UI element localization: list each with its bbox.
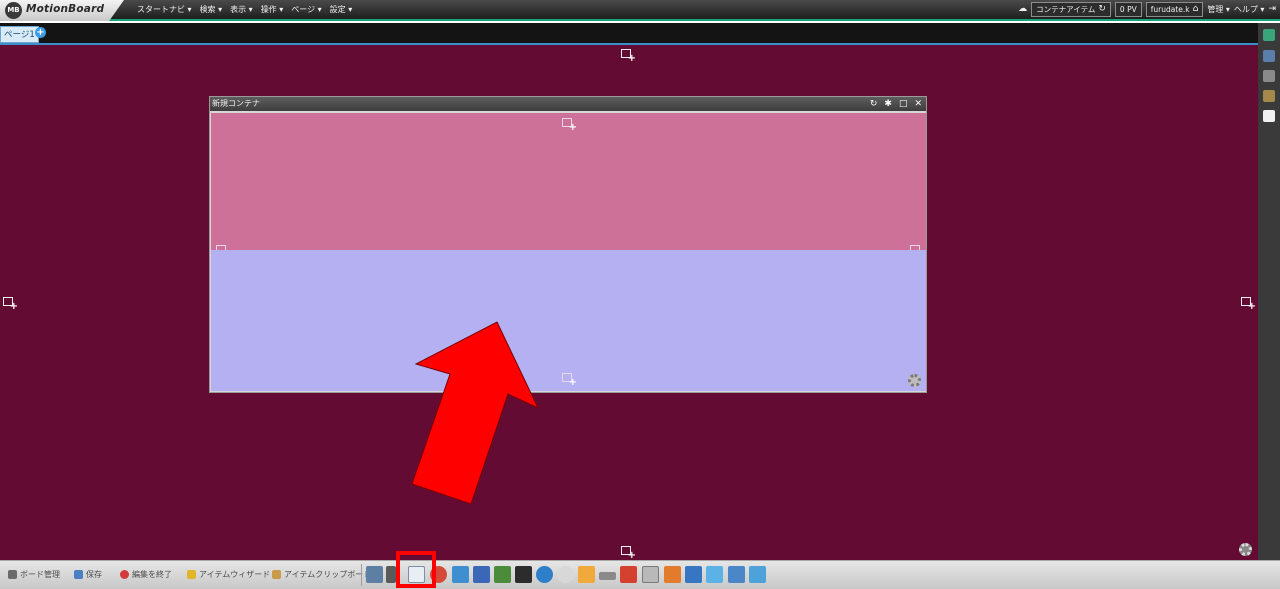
save-label: 保存 [86, 570, 102, 579]
logo-text: MotionBoard [26, 3, 105, 15]
menu-view[interactable]: 表示 ▾ [230, 4, 253, 15]
container-header[interactable]: 新規コンテナ ↻ ✱ □ ✕ [210, 97, 926, 111]
notification-icon[interactable]: ☁ [1018, 5, 1027, 14]
add-item-right-icon[interactable]: + [1240, 296, 1256, 312]
board-manage-icon [8, 570, 17, 579]
logout-icon[interactable]: ⇥ [1268, 5, 1276, 14]
calendar-item-icon[interactable] [664, 566, 681, 583]
tab-page1[interactable]: ページ1 [0, 26, 39, 43]
end-edit-button[interactable]: 編集を終了 [120, 569, 172, 580]
save-button[interactable]: 保存 [74, 569, 102, 580]
pen-icon[interactable] [1263, 29, 1275, 41]
user-label: furudate.k [1150, 5, 1190, 14]
info-item-icon[interactable] [685, 566, 702, 583]
container-controls: ↻ ✱ □ ✕ [870, 97, 922, 111]
menu-search[interactable]: 検索 ▾ [200, 4, 223, 15]
home-icon: ⌂ [1192, 4, 1199, 14]
board-settings-gear-icon[interactable] [1239, 543, 1252, 556]
scatter-item-icon[interactable] [473, 566, 490, 583]
annotation-arrow-shape [411, 321, 540, 505]
folder-item-icon[interactable] [578, 566, 595, 583]
pane-settings-gear-icon[interactable] [908, 374, 921, 387]
new-container-window[interactable]: 新規コンテナ ↻ ✱ □ ✕ + + + + [209, 96, 927, 393]
menu-admin[interactable]: 管理 ▾ [1207, 4, 1230, 15]
bottom-toolbar: ボード管理 保存 編集を終了 アイテムウィザード アイテムクリップボード [0, 560, 1280, 589]
pv-counter: 0 PV [1114, 2, 1142, 17]
menu-page[interactable]: ページ ▾ [291, 4, 321, 15]
container-settings-icon[interactable]: ✱ [884, 97, 892, 111]
layout-item-icon[interactable] [366, 566, 383, 583]
board-manage-button[interactable]: ボード管理 [8, 569, 60, 580]
logo: MB MotionBoard [0, 0, 124, 21]
button-item-icon[interactable] [599, 572, 616, 580]
plugin-item-icon[interactable] [749, 566, 766, 583]
comment-item-icon[interactable] [557, 566, 574, 583]
image-item-icon[interactable] [452, 566, 469, 583]
end-edit-label: 編集を終了 [132, 570, 172, 579]
container-refresh-icon[interactable]: ↻ [870, 97, 878, 111]
clipboard-icon [272, 570, 281, 579]
text-item-icon[interactable] [515, 566, 532, 583]
column-item-icon[interactable] [386, 566, 396, 583]
toolbar-separator [361, 564, 362, 586]
add-item-top-icon[interactable]: + [620, 48, 636, 64]
menu-settings[interactable]: 設定 ▾ [330, 4, 353, 15]
add-item-bottom-icon[interactable]: + [620, 545, 636, 561]
form-item-icon[interactable] [642, 566, 659, 583]
end-edit-icon [120, 570, 129, 579]
container-pane-top[interactable]: + + + [211, 113, 926, 260]
web-item-icon[interactable] [536, 566, 553, 583]
menu-help[interactable]: ヘルプ ▾ [1234, 4, 1265, 15]
container-close-icon[interactable]: ✕ [914, 97, 922, 111]
item-clipboard-label: アイテムクリップボード [284, 570, 372, 579]
pane-add-top-icon[interactable]: + [561, 117, 577, 133]
item-clipboard-button[interactable]: アイテムクリップボード [272, 569, 371, 580]
container-item-button[interactable]: コンテナアイテム ↻ [1031, 2, 1111, 17]
menu-operation[interactable]: 操作 ▾ [261, 4, 284, 15]
page-tab-bar: ページ1 + [0, 23, 1258, 43]
table-item-highlight [396, 551, 436, 588]
menu-start-navi[interactable]: スタートナビ ▾ [137, 4, 192, 15]
user-button[interactable]: furudate.k ⌂ [1145, 2, 1204, 17]
item-wizard-button[interactable]: アイテムウィザード [187, 569, 270, 580]
pane-add-bottom-icon[interactable]: + [561, 372, 577, 388]
container-pane-bottom[interactable]: + [211, 250, 926, 391]
annotation-arrow [411, 321, 540, 505]
container-maximize-icon[interactable]: □ [899, 97, 908, 111]
top-bar: MB MotionBoard スタートナビ ▾ 検索 ▾ 表示 ▾ 操作 ▾ ペ… [0, 0, 1280, 21]
spellcheck-item-icon[interactable] [728, 566, 745, 583]
right-side-panel [1258, 23, 1280, 560]
board-manage-label: ボード管理 [20, 570, 60, 579]
add-item-left-icon[interactable]: + [2, 296, 18, 312]
shape-item-icon[interactable] [620, 566, 637, 583]
add-page-icon[interactable]: + [35, 27, 46, 38]
database-icon[interactable] [1263, 70, 1275, 82]
wizard-icon [187, 570, 196, 579]
motionboard-app: MB MotionBoard スタートナビ ▾ 検索 ▾ 表示 ▾ 操作 ▾ ペ… [0, 0, 1280, 589]
logo-badge: MB [5, 2, 22, 19]
header-right-tools: ☁ コンテナアイテム ↻ 0 PV furudate.k ⌂ 管理 ▾ ヘルプ … [1018, 2, 1276, 17]
main-menu: スタートナビ ▾ 検索 ▾ 表示 ▾ 操作 ▾ ページ ▾ 設定 ▾ [137, 4, 352, 15]
refresh-icon: ↻ [1098, 4, 1106, 14]
item-wizard-label: アイテムウィザード [199, 570, 271, 579]
cube-item-icon[interactable] [706, 566, 723, 583]
key-icon[interactable] [1263, 90, 1275, 102]
document-icon[interactable] [1263, 110, 1275, 122]
save-icon [74, 570, 83, 579]
container-item-label: コンテナアイテム [1036, 5, 1096, 14]
layer-icon[interactable] [1263, 50, 1275, 62]
container-title: 新規コンテナ [212, 99, 260, 108]
panel-item-icon[interactable] [494, 566, 511, 583]
